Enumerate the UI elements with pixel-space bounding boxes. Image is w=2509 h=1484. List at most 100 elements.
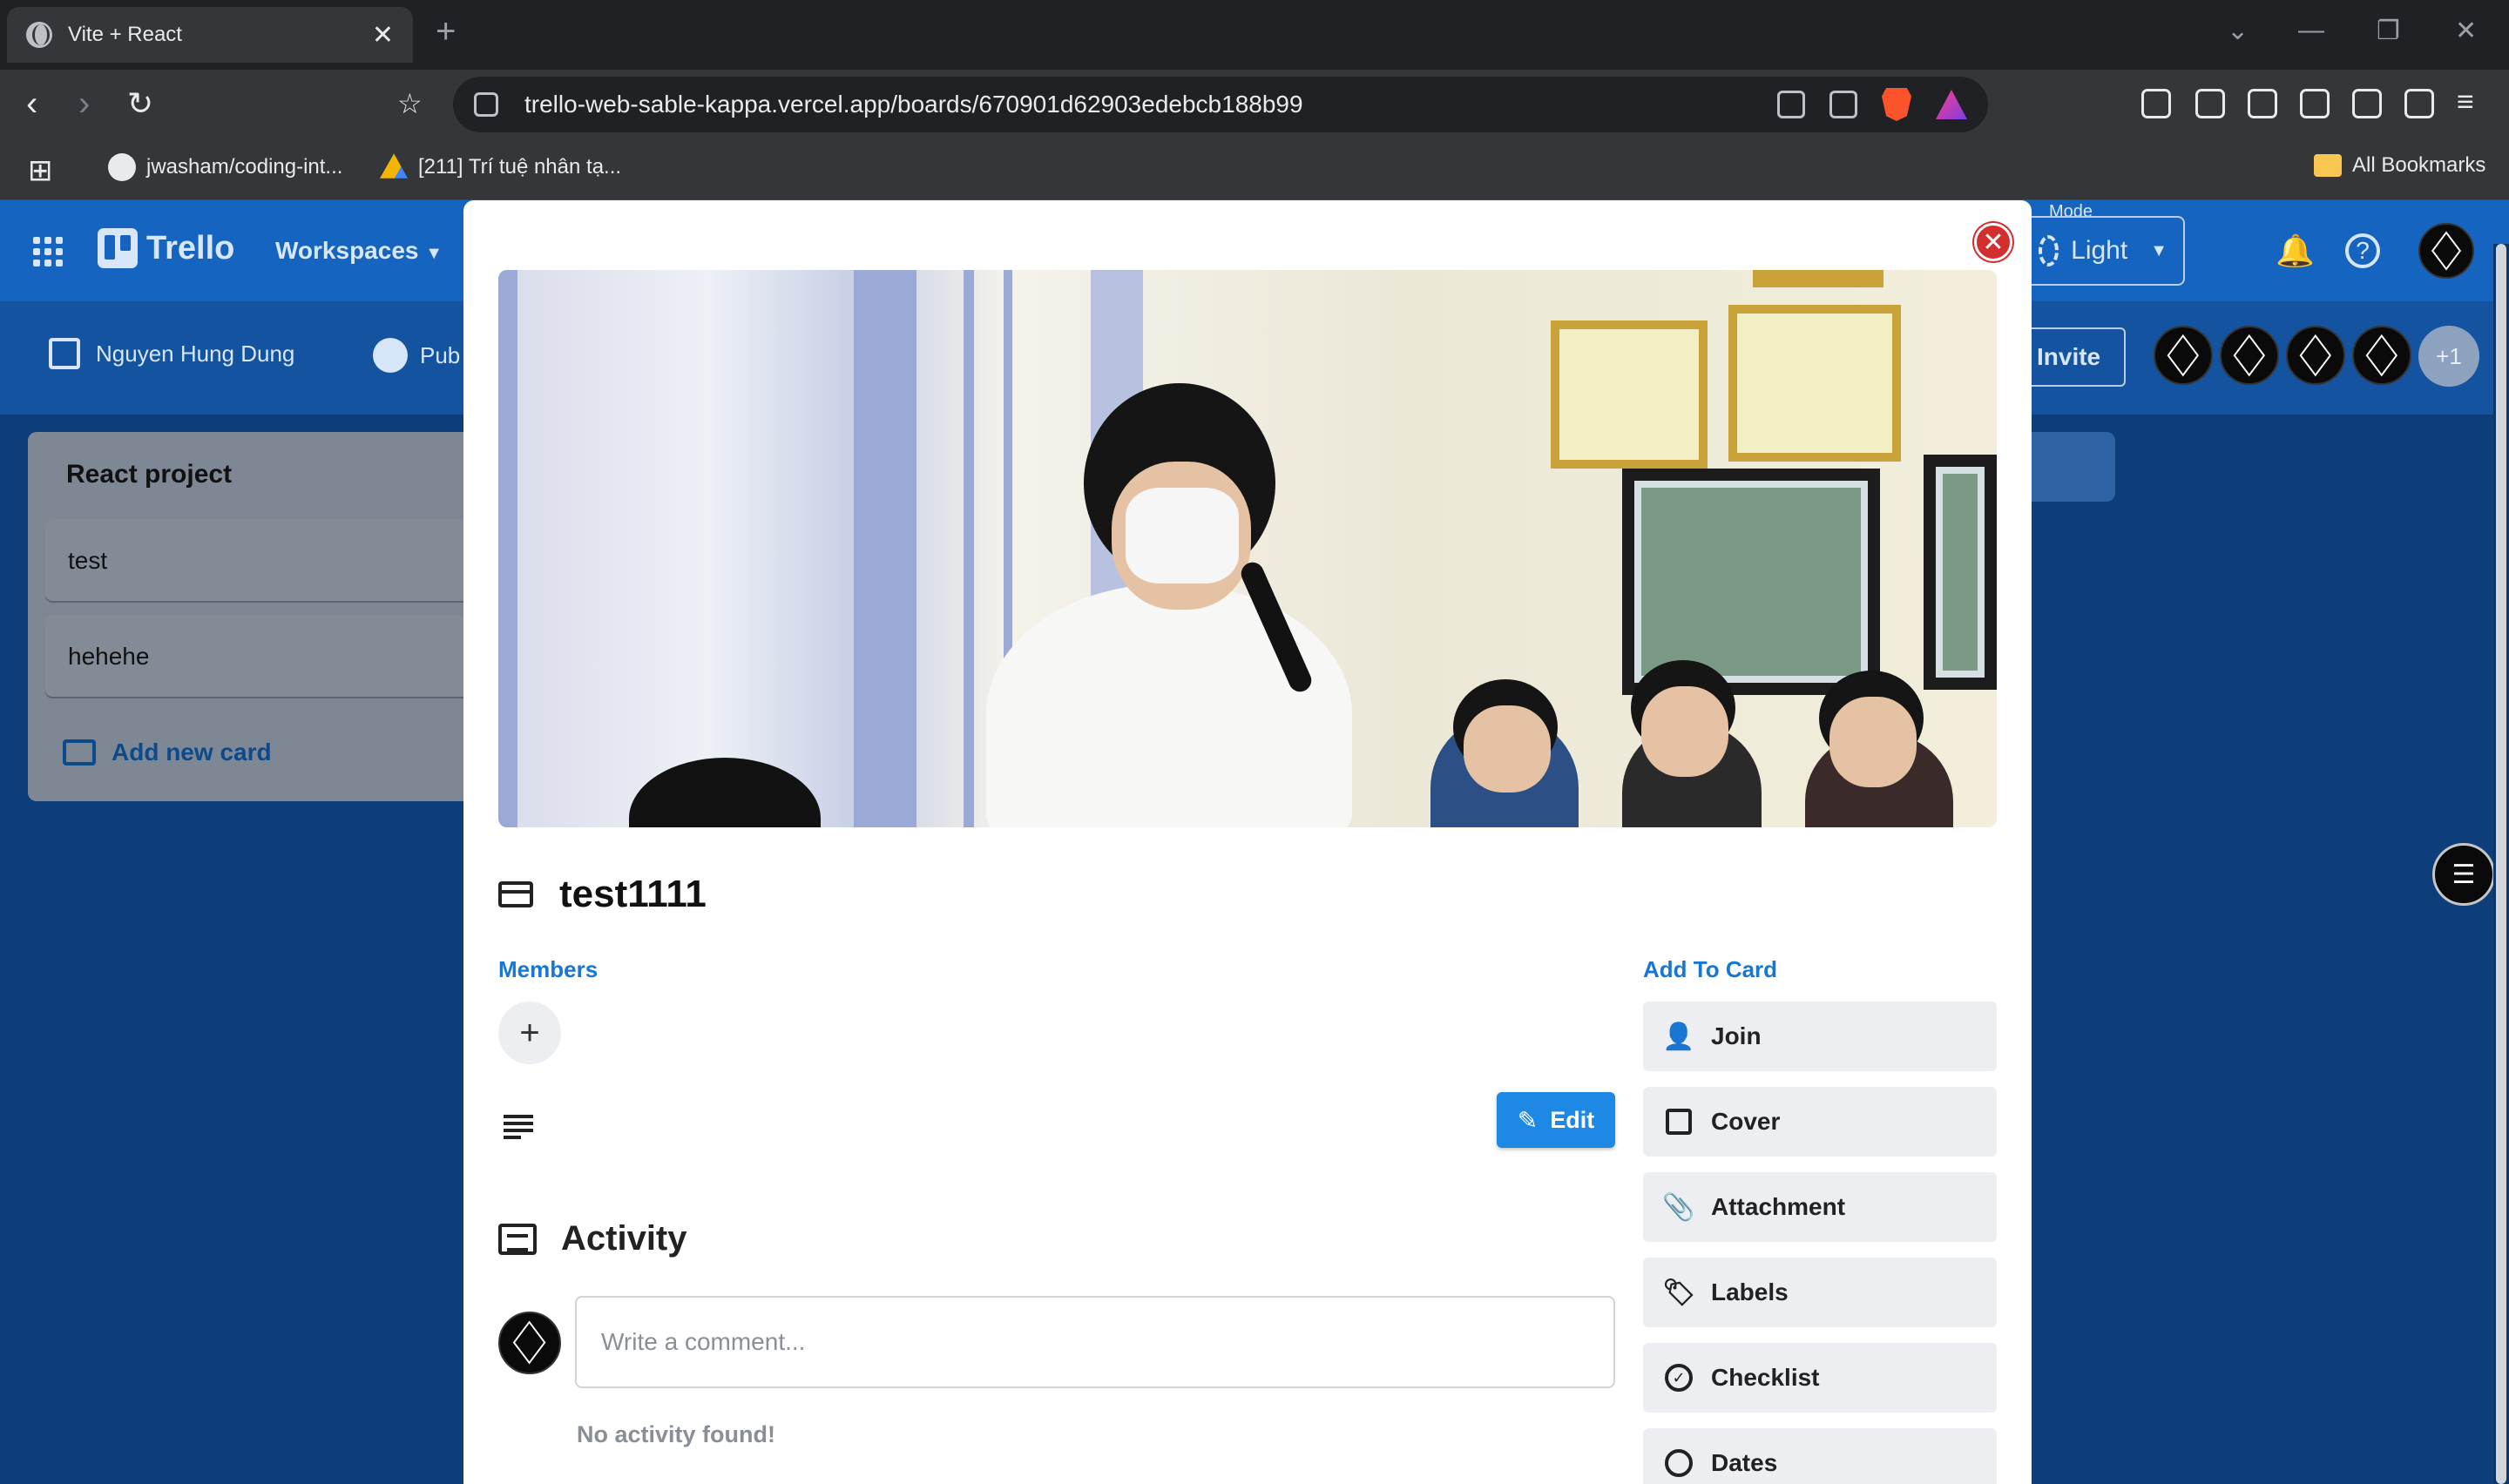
key-icon[interactable] <box>1777 91 1805 118</box>
mode-value: Light <box>2071 236 2128 265</box>
vpn-icon[interactable] <box>2404 89 2434 118</box>
edit-note-icon: ✎ <box>1517 1106 1539 1134</box>
member-avatar[interactable] <box>2286 326 2345 385</box>
add-to-card-label: Add To Card <box>1643 956 1778 982</box>
workspaces-label: Workspaces <box>275 237 419 264</box>
check-circle-icon: ✓ <box>1664 1363 1694 1393</box>
comment-input[interactable] <box>575 1296 1615 1388</box>
dashboard-icon <box>49 338 80 369</box>
checklist-button[interactable]: ✓ Checklist <box>1643 1343 1997 1413</box>
browser-tab-bar: Vite + React ✕ + ⌄ — ❐ ✕ <box>0 0 2509 70</box>
board-visibility[interactable]: Pub <box>373 338 460 373</box>
folder-icon <box>2314 154 2342 177</box>
attachment-button[interactable]: 📎 Attachment <box>1643 1172 1997 1242</box>
brave-rewards-icon[interactable] <box>1936 90 1967 119</box>
brave-shield-icon[interactable] <box>1882 88 1911 121</box>
help-icon[interactable]: ? <box>2345 233 2380 268</box>
workspaces-menu[interactable]: Workspaces ▼ <box>275 237 443 265</box>
menu-icon[interactable]: ≡ <box>2457 87 2486 118</box>
board-owner-label: Nguyen Hung Dung <box>96 340 295 367</box>
tab-title: Vite + React <box>68 23 182 46</box>
card-title-row: test1111 <box>498 873 707 916</box>
tab-close-icon[interactable]: ✕ <box>372 20 394 51</box>
bookmark-icon[interactable]: ☆ <box>397 84 423 124</box>
forward-icon[interactable]: › <box>78 84 90 124</box>
page-scrollbar[interactable] <box>2493 244 2509 1484</box>
download-icon[interactable] <box>2195 89 2225 118</box>
new-tab-button[interactable]: + <box>436 12 456 51</box>
wallet-icon[interactable] <box>2300 89 2330 118</box>
image-icon <box>1664 1107 1694 1137</box>
add-card-label: Add new card <box>112 739 272 766</box>
board-owner[interactable]: Nguyen Hung Dung <box>49 338 294 369</box>
no-activity-text: No activity found! <box>577 1421 775 1447</box>
list-card[interactable]: hehehe <box>45 615 481 697</box>
sun-icon <box>2039 235 2059 266</box>
back-icon[interactable]: ‹ <box>26 84 37 124</box>
visibility-label: Pub <box>420 341 461 368</box>
member-avatar[interactable] <box>2154 326 2213 385</box>
credit-card-icon <box>498 881 533 907</box>
clock-icon <box>1664 1448 1694 1478</box>
apps-grid-icon[interactable] <box>33 237 63 266</box>
dates-button[interactable]: Dates <box>1643 1428 1997 1484</box>
description-icon <box>504 1115 533 1139</box>
minimize-icon[interactable]: — <box>2298 16 2324 45</box>
profile-avatar[interactable] <box>2418 223 2474 279</box>
site-info-icon[interactable] <box>474 92 498 117</box>
cover-button[interactable]: Cover <box>1643 1087 1997 1157</box>
add-card-button[interactable]: Add new card <box>63 739 272 766</box>
close-icon[interactable]: ✕ <box>1974 223 2012 261</box>
activity-header: Activity <box>498 1219 687 1258</box>
share-icon[interactable] <box>1829 91 1857 118</box>
member-avatar[interactable] <box>2352 326 2411 385</box>
add-member-button[interactable]: + <box>498 1002 561 1064</box>
drive-icon <box>380 153 408 179</box>
column-title[interactable]: React project <box>66 460 232 489</box>
tag-icon: 🏷 <box>1661 1278 1696 1307</box>
leo-ai-icon[interactable] <box>2352 89 2382 118</box>
tab-search-icon[interactable]: ⌄ <box>2227 16 2249 46</box>
member-avatar[interactable] <box>2220 326 2279 385</box>
edit-label: Edit <box>1550 1106 1595 1133</box>
activity-icon <box>498 1223 537 1255</box>
more-members[interactable]: +1 <box>2418 326 2479 387</box>
trello-logo[interactable]: Trello <box>98 228 234 268</box>
cover-label: Cover <box>1711 1108 1781 1135</box>
reload-icon[interactable]: ↻ <box>127 84 153 124</box>
person-icon: 👤 <box>1662 1022 1695 1051</box>
list-card[interactable]: test <box>45 519 481 601</box>
all-bookmarks[interactable]: All Bookmarks <box>2314 153 2485 178</box>
add-column-placeholder[interactable] <box>2021 432 2115 502</box>
sidebar-icon[interactable] <box>2248 89 2277 118</box>
activity-title: Activity <box>561 1219 687 1258</box>
edit-description-button[interactable]: ✎ Edit <box>1497 1092 1615 1148</box>
card-cover-image <box>498 270 1997 827</box>
extensions-icon[interactable] <box>2141 89 2171 118</box>
public-icon <box>373 338 408 373</box>
members-label: Members <box>498 956 599 982</box>
join-button[interactable]: 👤 Join <box>1643 1002 1997 1071</box>
url-text[interactable]: trello-web-sable-kappa.vercel.app/boards… <box>524 91 1753 118</box>
dates-label: Dates <box>1711 1449 1778 1476</box>
paperclip-icon: 📎 <box>1662 1192 1695 1222</box>
labels-button[interactable]: 🏷 Labels <box>1643 1258 1997 1327</box>
bookmark-github[interactable]: jwasham/coding-int... <box>108 153 342 181</box>
browser-tab[interactable]: Vite + React ✕ <box>7 7 413 63</box>
labels-label: Labels <box>1711 1278 1789 1305</box>
globe-icon <box>26 22 52 48</box>
floating-menu-icon[interactable]: ☰ <box>2432 843 2495 906</box>
bookmark-label: jwasham/coding-int... <box>146 155 343 179</box>
chevron-down-icon: ▼ <box>2150 240 2167 260</box>
card-title[interactable]: test1111 <box>559 873 707 916</box>
notifications-icon[interactable]: 🔔 <box>2276 233 2315 268</box>
window-close-icon[interactable]: ✕ <box>2455 16 2477 46</box>
mode-select[interactable]: Light ▼ <box>2021 216 2185 286</box>
restore-icon[interactable]: ❐ <box>2377 16 2400 46</box>
bookmark-drive[interactable]: [211] Trí tuệ nhân tạ... <box>380 153 621 181</box>
address-bar[interactable]: trello-web-sable-kappa.vercel.app/boards… <box>453 77 1988 132</box>
join-label: Join <box>1711 1022 1762 1049</box>
apps-icon[interactable]: ⊞ <box>28 153 53 188</box>
checklist-label: Checklist <box>1711 1364 1820 1391</box>
current-user-avatar <box>498 1312 561 1374</box>
